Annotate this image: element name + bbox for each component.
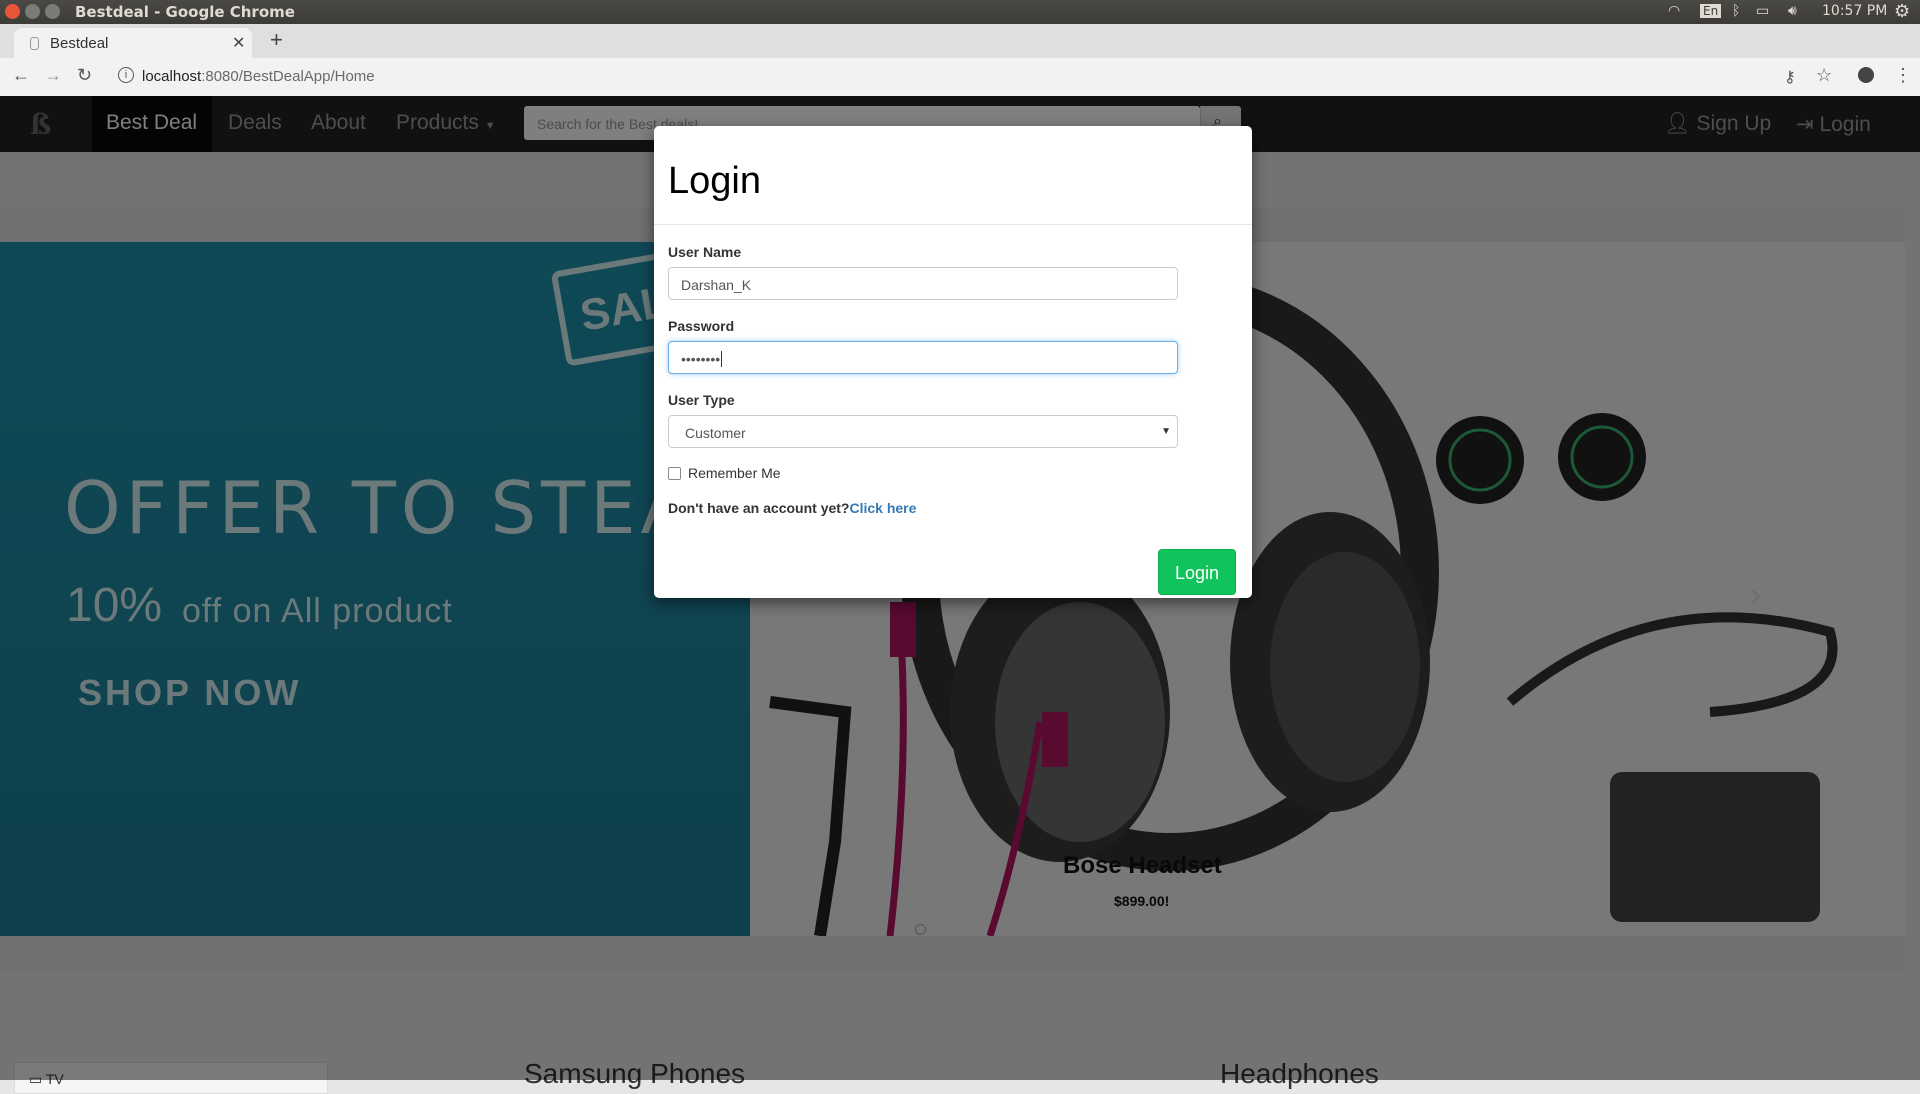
login-modal: Login User Name Darshan_K Password •••••… [654,126,1252,598]
usertype-label: User Type [668,392,735,408]
menu-icon[interactable]: ⋮ [1894,65,1912,86]
url-host: localhost [142,68,202,85]
tab-strip: Bestdeal ✕ + [0,24,1920,58]
volume-icon[interactable]: 🔊︎ [1788,3,1797,19]
login-submit-button[interactable]: Login [1158,549,1236,595]
loading-icon [30,37,39,50]
modal-divider [654,224,1252,225]
close-tab-icon[interactable]: ✕ [232,33,245,53]
back-button[interactable]: ← [12,65,30,86]
remember-me-label[interactable]: Remember Me [688,465,781,481]
gear-icon[interactable]: ⚙ [1894,1,1910,22]
chevron-down-icon: ▼ [1161,426,1171,437]
password-label: Password [668,318,735,334]
password-value: •••••••• [681,351,721,367]
key-icon[interactable]: ⚷ [1784,67,1796,87]
no-account-text: Don't have an account yet? [668,500,850,516]
battery-icon[interactable]: ▭ [1756,3,1769,19]
forward-button[interactable]: → [44,65,62,86]
bluetooth-icon[interactable]: ᛒ [1732,3,1740,19]
usertype-select[interactable]: Customer ▼ [668,415,1178,448]
password-field[interactable]: •••••••• [668,341,1178,374]
reload-button[interactable]: ↻ [77,65,92,86]
signup-prompt: Don't have an account yet?Click here [668,500,916,516]
username-label: User Name [668,244,742,260]
address-bar[interactable]: localhost:8080/BestDealApp/Home [142,68,375,85]
os-top-panel: Bestdeal - Google Chrome ◠ En ᛒ ▭ 🔊︎ 10:… [0,0,1920,24]
maximize-window-button[interactable] [45,4,60,19]
new-tab-button[interactable]: + [270,27,283,53]
username-field[interactable]: Darshan_K [668,267,1178,300]
tab-title: Bestdeal [50,35,109,52]
remember-me-checkbox[interactable] [668,467,681,480]
url-path: :8080/BestDealApp/Home [201,68,375,85]
browser-toolbar: ← → ↻ i localhost:8080/BestDealApp/Home … [0,58,1920,97]
window-title: Bestdeal - Google Chrome [75,3,295,21]
close-window-button[interactable] [5,4,20,19]
click-here-link[interactable]: Click here [849,500,916,516]
account-icon[interactable] [1858,67,1874,83]
minimize-window-button[interactable] [25,4,40,19]
clock[interactable]: 10:57 PM [1822,3,1887,19]
keyboard-lang-indicator[interactable]: En [1700,4,1722,18]
text-cursor [721,351,723,367]
browser-tab[interactable]: Bestdeal ✕ [14,28,252,58]
modal-title: Login [668,160,761,202]
wifi-icon[interactable]: ◠ [1668,3,1680,19]
bookmark-star-icon[interactable]: ☆ [1816,65,1832,86]
info-icon[interactable]: i [118,67,134,83]
usertype-selected: Customer [685,425,746,441]
username-value: Darshan_K [681,277,752,293]
